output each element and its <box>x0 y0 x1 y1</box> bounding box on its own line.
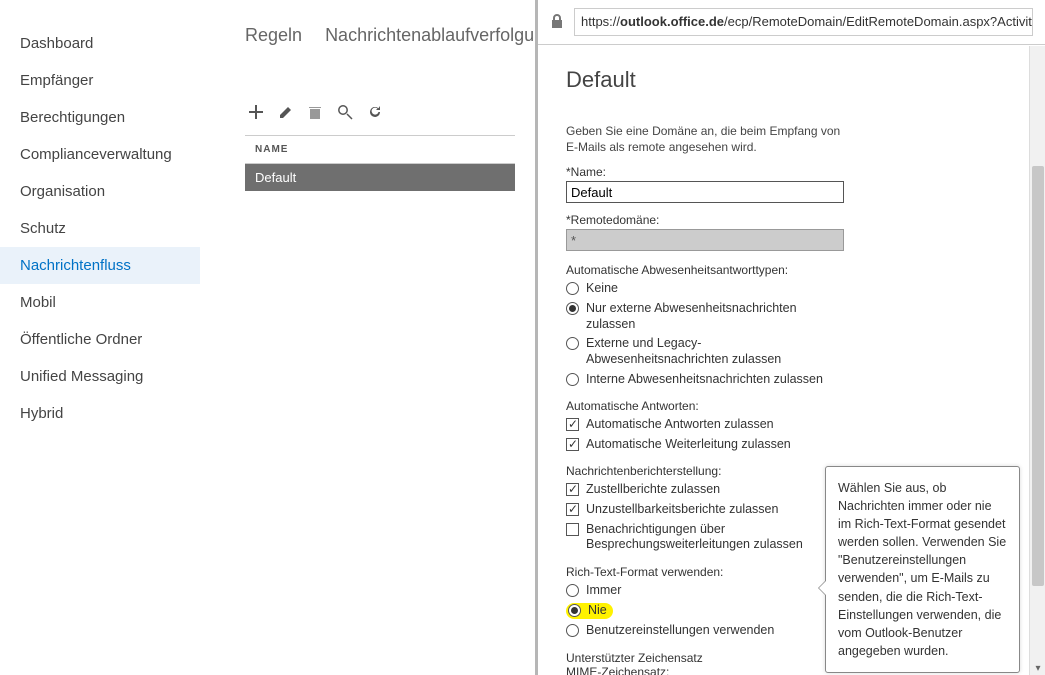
allow-auto-forward[interactable]: Automatische Weiterleitung zulassen <box>566 437 836 453</box>
url-host: outlook.office.de <box>620 14 724 29</box>
sidebar-item-mobile[interactable]: Mobil <box>0 284 200 321</box>
sidebar-item-dashboard[interactable]: Dashboard <box>0 25 200 62</box>
tab-rules[interactable]: Regeln <box>245 25 302 45</box>
checkbox-icon <box>566 483 579 496</box>
scroll-down-arrow[interactable]: ▾ <box>1030 661 1045 675</box>
oof-internal-option[interactable]: Interne Abwesenheitsnachrichten zulassen <box>566 372 836 388</box>
column-header-name[interactable]: NAME <box>245 135 515 164</box>
oof-legacy-option[interactable]: Externe und Legacy-Abwesenheitsnachricht… <box>566 336 836 367</box>
checkbox-icon <box>566 523 579 536</box>
remote-domain-input <box>566 229 844 251</box>
list-row[interactable]: Default <box>245 164 515 191</box>
search-button[interactable] <box>334 101 356 123</box>
rtf-always-option[interactable]: Immer <box>566 583 836 599</box>
remote-domain-label: Remotedomäne: <box>566 213 1027 227</box>
auto-reply-header: Automatische Antworten: <box>566 399 1027 413</box>
name-label: Name: <box>566 165 1027 179</box>
oof-header: Automatische Abwesenheitsantworttypen: <box>566 263 1027 277</box>
radio-icon <box>566 282 579 295</box>
oof-external-option[interactable]: Nur externe Abwesenheitsnachrichten zula… <box>566 301 836 332</box>
allow-delivery-reports[interactable]: Zustellberichte zulassen <box>566 482 836 498</box>
sidebar-item-permissions[interactable]: Berechtigungen <box>0 99 200 136</box>
radio-icon <box>566 373 579 386</box>
sidebar-item-compliance[interactable]: Complianceverwaltung <box>0 136 200 173</box>
lock-icon <box>550 13 564 32</box>
address-bar: https://outlook.office.de/ecp/RemoteDoma… <box>538 0 1045 45</box>
sidebar-item-mailflow[interactable]: Nachrichtenfluss <box>0 247 200 284</box>
allow-auto-reply[interactable]: Automatische Antworten zulassen <box>566 417 836 433</box>
tab-message-trace[interactable]: Nachrichtenablaufverfolgung <box>325 25 554 45</box>
pencil-icon <box>278 104 294 120</box>
delete-button[interactable] <box>304 101 326 123</box>
allow-meeting-forward-notify[interactable]: Benachrichtigungen über Besprechungsweit… <box>566 522 836 553</box>
url-prefix: https:// <box>581 14 620 29</box>
radio-icon <box>568 604 581 617</box>
edit-button[interactable] <box>275 101 297 123</box>
sidebar-item-protection[interactable]: Schutz <box>0 210 200 247</box>
oof-none-option[interactable]: Keine <box>566 281 836 297</box>
sidebar-item-um[interactable]: Unified Messaging <box>0 358 200 395</box>
sidebar-item-hybrid[interactable]: Hybrid <box>0 395 200 432</box>
add-button[interactable] <box>245 101 267 123</box>
search-icon <box>337 104 353 120</box>
sidebar: Dashboard Empfänger Berechtigungen Compl… <box>0 0 200 675</box>
rtf-usersettings-option[interactable]: Benutzereinstellungen verwenden <box>566 623 836 639</box>
panel-title: Default <box>566 67 1027 93</box>
radio-icon <box>566 302 579 315</box>
name-input[interactable] <box>566 181 844 203</box>
sidebar-item-recipients[interactable]: Empfänger <box>0 62 200 99</box>
sidebar-item-organization[interactable]: Organisation <box>0 173 200 210</box>
refresh-button[interactable] <box>364 101 386 123</box>
refresh-icon <box>367 104 383 120</box>
radio-icon <box>566 337 579 350</box>
checkbox-icon <box>566 438 579 451</box>
rtf-never-option[interactable]: Nie <box>566 603 836 620</box>
radio-icon <box>566 584 579 597</box>
panel-hint: Geben Sie eine Domäne an, die beim Empfa… <box>566 123 1027 155</box>
rtf-help-tooltip: Wählen Sie aus, ob Nachrichten immer ode… <box>825 466 1020 673</box>
allow-ndr[interactable]: Unzustellbarkeitsberichte zulassen <box>566 502 836 518</box>
trash-icon <box>308 104 322 120</box>
scroll-thumb[interactable] <box>1032 166 1044 586</box>
panel-scrollbar[interactable]: ▾ <box>1029 46 1045 675</box>
checkbox-icon <box>566 418 579 431</box>
radio-icon <box>566 624 579 637</box>
url-field[interactable]: https://outlook.office.de/ecp/RemoteDoma… <box>574 8 1033 36</box>
url-rest: /ecp/RemoteDomain/EditRemoteDomain.aspx?… <box>724 14 1033 29</box>
plus-icon <box>248 104 264 120</box>
checkbox-icon <box>566 503 579 516</box>
sidebar-item-public-folders[interactable]: Öffentliche Ordner <box>0 321 200 358</box>
domain-list: NAME Default <box>215 135 515 191</box>
